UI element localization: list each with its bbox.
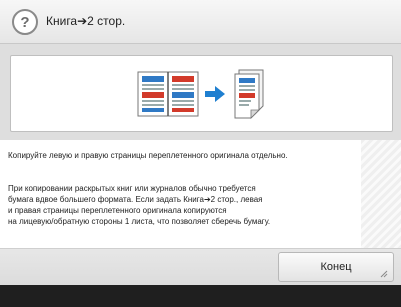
scroll-track[interactable] xyxy=(361,140,401,248)
bottom-status-bar xyxy=(0,285,401,307)
description-paragraph-2: При копировании раскрытых книг или журна… xyxy=(8,183,357,227)
page-title: Книга➔2 стор. xyxy=(46,14,126,28)
open-book-icon xyxy=(137,71,199,117)
two-page-stack-icon xyxy=(234,69,264,119)
book-to-two-sided-illustration xyxy=(137,69,264,119)
paragraph-line: и правая страницы переплетенного оригина… xyxy=(8,206,227,215)
paragraph-line: бумага вдвое большего формата. Если зада… xyxy=(8,195,263,204)
description-paragraph-1: Копируйте левую и правую страницы перепл… xyxy=(8,151,288,160)
question-mark-icon: ? xyxy=(12,9,38,35)
paragraph-line: При копировании раскрытых книг или журна… xyxy=(8,184,256,193)
help-screen: ? Книга➔2 стор. Копируйте левую и правую… xyxy=(0,0,401,307)
resize-corner-icon xyxy=(380,270,388,278)
illustration-panel xyxy=(10,55,393,132)
done-button[interactable]: Конец xyxy=(278,252,394,282)
arrow-right-icon xyxy=(205,86,225,102)
paragraph-line: на лицевую/обратную стороны 1 листа, что… xyxy=(8,217,271,226)
done-button-label: Конец xyxy=(320,261,352,273)
title-bar: ? Книга➔2 стор. xyxy=(0,0,401,44)
